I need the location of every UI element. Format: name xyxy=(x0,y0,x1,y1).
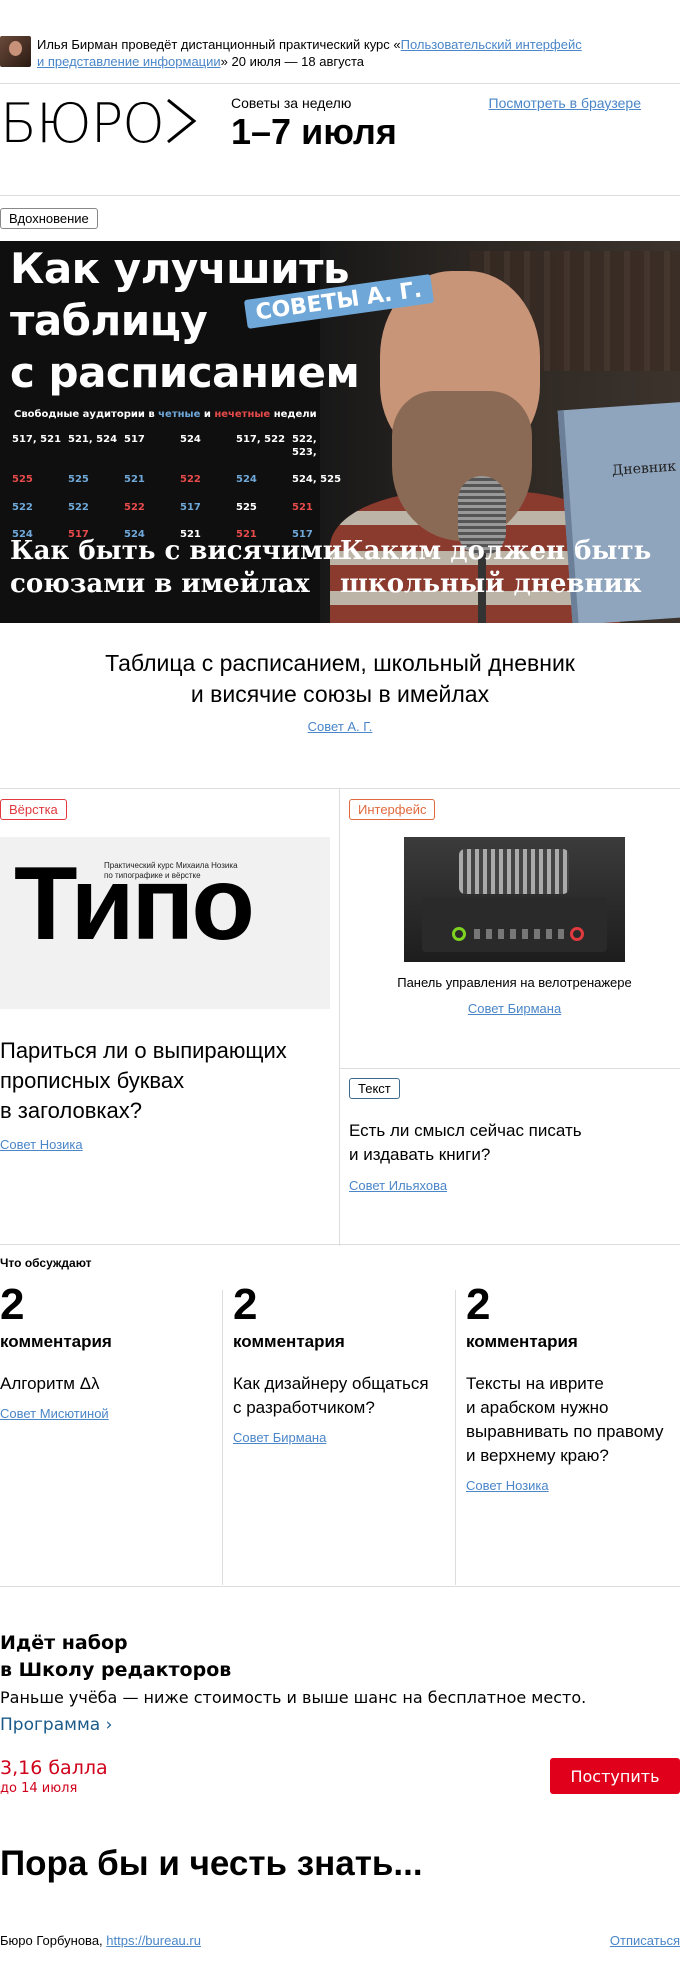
school-deadline: до 14 июля xyxy=(0,1781,78,1796)
schedule-cell: 517 xyxy=(180,501,201,513)
discussed-title[interactable]: Алгоритм Δλ xyxy=(0,1372,220,1396)
schedule-cell: 524 xyxy=(180,434,201,445)
row-divider xyxy=(339,1068,680,1069)
column-divider xyxy=(339,789,340,1246)
comment-count: 2 xyxy=(466,1280,491,1329)
schedule-cell: 525 xyxy=(236,501,257,513)
footer-site-link[interactable]: https://bureau.ru xyxy=(106,1933,201,1948)
author-avatar xyxy=(0,36,31,67)
stop-button-icon xyxy=(570,927,584,941)
schedule-cell: 521 xyxy=(124,474,145,486)
discussed-divider xyxy=(222,1290,223,1585)
bike-panel-image[interactable] xyxy=(404,837,625,962)
schedule-cell: 517, 522 xyxy=(236,434,286,445)
hero-title: Как улучшить таблицу с расписанием xyxy=(10,244,360,397)
article-title-books[interactable]: Есть ли смысл сейчас писать и издавать кн… xyxy=(349,1119,669,1167)
schedule-cell: 525 xyxy=(68,474,89,486)
hero-caption-left: Как быть с висячими союзами в имейлах xyxy=(10,536,342,599)
article-author-link-nozik[interactable]: Совет Нозика xyxy=(0,1137,83,1152)
tag-text[interactable]: Текст xyxy=(349,1078,400,1099)
schedule-cell: 522 xyxy=(68,501,89,513)
comment-count: 2 xyxy=(233,1280,258,1329)
start-button-icon xyxy=(452,927,466,941)
article-author-link-birman[interactable]: Совет Бирмана xyxy=(468,1001,561,1016)
footer-credits: Бюро Горбунова, https://bureau.ru xyxy=(0,1933,201,1948)
discussed-title[interactable]: Как дизайнеру общаться с разработчиком? xyxy=(233,1372,453,1420)
unsubscribe-link[interactable]: Отписаться xyxy=(610,1933,680,1948)
announcement-text: Илья Бирман проведёт дистанционный практ… xyxy=(37,36,582,70)
schedule-cell: 517 xyxy=(124,434,145,445)
schedule-caption: Свободные аудитории в четные и нечетные … xyxy=(14,409,317,420)
typo-course-image[interactable]: Типо Практический курс Михаила Нозика по … xyxy=(0,837,330,1009)
discussed-author-link[interactable]: Совет Бирмана xyxy=(233,1430,326,1445)
header-subtitle: Советы за неделю xyxy=(231,95,352,111)
schedule-cell: 522, 523, xyxy=(292,434,317,458)
schedule-cell: 521 xyxy=(292,501,313,513)
schedule-cell: 524, 525 xyxy=(292,474,342,486)
announcement-suffix: » 20 июля — 18 августа xyxy=(220,54,364,69)
tag-layout[interactable]: Вёрстка xyxy=(0,799,67,820)
comment-label: комментария xyxy=(0,1332,112,1351)
school-heading: Идёт набор в Школу редакторов xyxy=(0,1632,232,1681)
article-title-caps[interactable]: Париться ли о выпирающих прописных буквах… xyxy=(0,1036,330,1126)
lead-title[interactable]: Таблица с расписанием, школьный дневник и… xyxy=(0,648,680,710)
bureau-logo[interactable]: БЮРО xyxy=(0,92,198,155)
discussed-heading: Что обсуждают xyxy=(0,1256,92,1270)
discussed-title[interactable]: Тексты на иврите и арабском нужно выравнив… xyxy=(466,1372,680,1468)
schedule-cell: 522 xyxy=(124,501,145,513)
announcement-bar: Илья Бирман проведёт дистанционный практ… xyxy=(0,0,680,84)
view-in-browser-link[interactable]: Посмотреть в браузере xyxy=(489,95,641,111)
discussed-item: 2 комментария Алгоритм Δλ Совет Мисютино… xyxy=(0,1280,220,1423)
articles-grid: Вёрстка Типо Практический курс Михаила Н… xyxy=(0,788,680,1246)
announcement-prefix: Илья Бирман проведёт дистанционный практ… xyxy=(37,37,401,52)
hero-caption-right: Каким должен быть школьный дневник xyxy=(340,536,652,599)
header-date: 1–7 июля xyxy=(231,111,397,152)
comment-label: комментария xyxy=(233,1332,345,1351)
article-title-bike-panel[interactable]: Панель управления на велотренажере xyxy=(349,975,680,990)
discussed-author-link[interactable]: Совет Нозика xyxy=(466,1478,549,1493)
schedule-cell: 524 xyxy=(236,474,257,486)
schedule-cell: 517, 521 xyxy=(12,434,62,445)
lead-author-link[interactable]: Совет А. Г. xyxy=(308,719,373,734)
school-subtitle: Раньше учёба — ниже стоимость и выше шан… xyxy=(0,1688,587,1707)
schedule-cell: 522 xyxy=(180,474,201,486)
discussed-item: 2 комментария Как дизайнеру общаться с ра… xyxy=(233,1280,453,1447)
article-author-link-ilyakhov[interactable]: Совет Ильяхова xyxy=(349,1178,447,1193)
discussed-divider xyxy=(455,1290,456,1585)
tag-interface[interactable]: Интерфейс xyxy=(349,799,436,820)
school-program-link[interactable]: Программа › xyxy=(0,1715,112,1735)
schedule-cell: 525 xyxy=(12,474,33,486)
schedule-cell: 521, 524 xyxy=(68,434,118,445)
section-divider xyxy=(0,1586,680,1587)
outro-text: Пора бы и честь знать... xyxy=(0,1844,423,1883)
hero-image[interactable]: Дневник Как улучшить таблицу с расписани… xyxy=(0,241,680,623)
discussed-author-link[interactable]: Совет Мисютиной xyxy=(0,1406,109,1421)
comment-count: 2 xyxy=(0,1280,25,1329)
tag-inspiration[interactable]: Вдохновение xyxy=(0,208,98,229)
schedule-cell: 522 xyxy=(12,501,33,513)
apply-button[interactable]: Поступить xyxy=(550,1758,680,1794)
comment-label: комментария xyxy=(466,1332,578,1351)
newsletter-header: БЮРО Советы за неделю 1–7 июля Посмотрет… xyxy=(0,84,680,196)
discussed-item: 2 комментария Тексты на иврите и арабском… xyxy=(466,1280,680,1495)
school-score: 3,16 балла xyxy=(0,1757,108,1779)
